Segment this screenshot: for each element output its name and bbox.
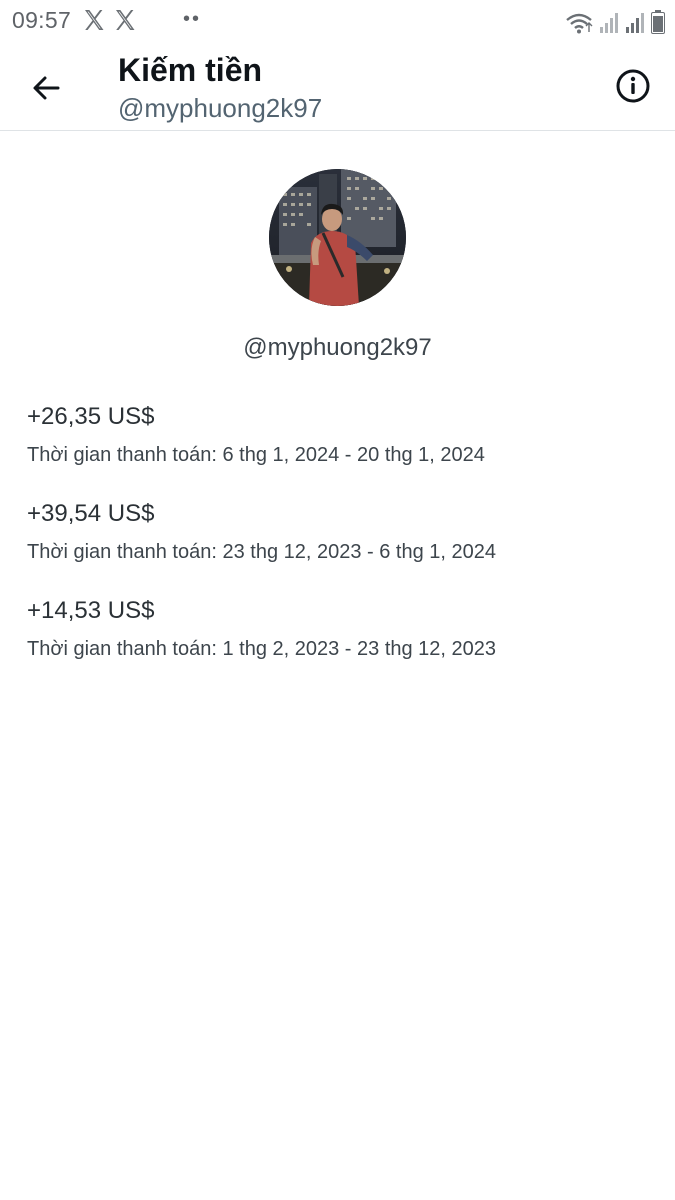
list-item: +26,35 US$ Thời gian thanh toán: 6 thg 1… bbox=[27, 400, 647, 497]
list-item: +39,54 US$ Thời gian thanh toán: 23 thg … bbox=[27, 497, 647, 594]
payout-amount: +26,35 US$ bbox=[27, 403, 155, 430]
status-time: 09:57 bbox=[12, 7, 72, 33]
info-circle-icon bbox=[616, 69, 650, 103]
signal-icon bbox=[600, 13, 618, 33]
payout-amount: +39,54 US$ bbox=[27, 500, 155, 527]
page-subtitle-handle: @myphuong2k97 bbox=[118, 93, 323, 123]
more-notifications-indicator: •• bbox=[183, 8, 202, 30]
payout-period: Thời gian thanh toán: 1 thg 2, 2023 - 23… bbox=[27, 638, 497, 660]
arrow-left-icon bbox=[33, 76, 60, 100]
wifi-icon bbox=[566, 13, 593, 34]
status-bar: 09:57 •• bbox=[0, 0, 675, 42]
payout-period: Thời gian thanh toán: 23 thg 12, 2023 - … bbox=[27, 541, 497, 563]
profile-handle: @myphuong2k97 bbox=[243, 334, 432, 361]
payout-period: Thời gian thanh toán: 6 thg 1, 2024 - 20… bbox=[27, 444, 485, 466]
battery-icon bbox=[651, 10, 665, 34]
avatar-photo bbox=[269, 169, 406, 306]
avatar bbox=[269, 169, 406, 306]
payout-list: +26,35 US$ Thời gian thanh toán: 6 thg 1… bbox=[27, 400, 647, 691]
signal-icon bbox=[626, 13, 644, 33]
page-title: Kiếm tiền bbox=[118, 52, 263, 88]
info-button[interactable] bbox=[611, 64, 655, 108]
top-app-bar: Kiếm tiền @myphuong2k97 bbox=[0, 42, 675, 131]
system-status-icons bbox=[565, 8, 665, 34]
payout-amount: +14,53 US$ bbox=[27, 597, 155, 624]
list-item: +14,53 US$ Thời gian thanh toán: 1 thg 2… bbox=[27, 594, 647, 691]
x-logo-icon bbox=[85, 10, 104, 30]
back-button[interactable] bbox=[24, 66, 68, 110]
x-logo-icon bbox=[116, 10, 135, 30]
